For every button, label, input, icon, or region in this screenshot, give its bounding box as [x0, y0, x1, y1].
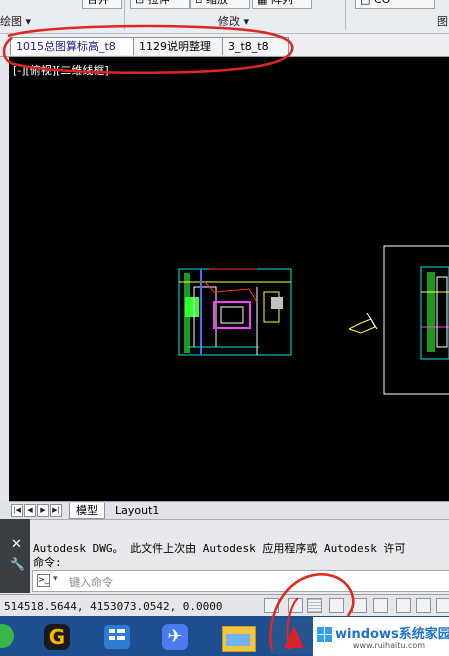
drawing-canvas[interactable]: [-][俯视][二维线框] — [9, 57, 449, 501]
dynamic-input-icon[interactable] — [436, 598, 449, 613]
coordinate-readout: 514518.5644, 4153073.0542, 0.0000 — [4, 600, 223, 613]
merge-label: 合并 — [87, 0, 109, 6]
prev-icon: ◀ — [27, 506, 33, 514]
next-layout-button[interactable]: ▶ — [37, 504, 49, 517]
command-input[interactable]: >_ ▾ 键入命令 — [32, 570, 449, 592]
otrack-icon[interactable] — [396, 598, 411, 613]
file-explorer-icon[interactable] — [216, 618, 260, 654]
prev-layout-button[interactable]: ◀ — [24, 504, 36, 517]
array-button[interactable]: ▦ 阵列 — [252, 0, 312, 9]
bird-app-icon[interactable]: ✈ — [158, 618, 202, 654]
command-history-line: Autodesk DWG。 此文件上次由 Autodesk 应用程序或 Auto… — [33, 542, 406, 555]
grid-snap-icon[interactable] — [288, 598, 303, 613]
wrench-icon[interactable]: 🔧 — [10, 557, 25, 571]
panel-modify[interactable]: 修改 ▾ — [218, 13, 249, 29]
command-prompt: 命令: — [33, 556, 62, 569]
panel-draw[interactable]: 绘图 ▾ — [0, 13, 31, 29]
scale-label: 缩放 — [206, 0, 228, 6]
tab-model[interactable]: 模型 — [69, 503, 105, 519]
scale-icon: ▫ — [195, 0, 202, 6]
panel-right[interactable]: 图 — [437, 13, 448, 29]
stretch-label: 拉伸 — [148, 0, 170, 6]
array-label: 阵列 — [271, 0, 293, 6]
ortho-icon[interactable] — [329, 598, 344, 613]
watermark-logo: windows系统家园 www.ruihaitu.com — [313, 617, 449, 656]
ribbon: 合并 ⊡ 拉伸 ▫ 缩放 ▦ 阵列 □ CO 绘图 ▾ 修改 ▾ 图 — [0, 0, 449, 34]
tab-label: 1015总图算标高_t8 — [16, 40, 116, 53]
last-icon: ▶| — [52, 506, 60, 514]
file-tab-bar: 1015总图算标高_t8 1129说明整理 3_t8_t8 — [0, 34, 449, 57]
layout-tab-bar: |◀ ◀ ▶ ▶| 模型 Layout1 — [9, 501, 449, 519]
first-layout-button[interactable]: |◀ — [11, 504, 23, 517]
array-icon: ▦ — [257, 0, 267, 6]
tab-model-label: 模型 — [76, 504, 98, 517]
command-window-handle: ✕ 🔧 — [0, 519, 30, 593]
tab-layout1-label: Layout1 — [115, 504, 160, 517]
polar-icon[interactable] — [352, 598, 367, 613]
ribbon-right-button[interactable]: □ CO — [355, 0, 435, 9]
model-space-icon[interactable] — [264, 598, 279, 613]
stretch-button[interactable]: ⊡ 拉伸 — [130, 0, 190, 9]
merge-button[interactable]: 合并 — [82, 0, 122, 9]
cad-drawing — [178, 245, 449, 395]
angle-icon[interactable] — [416, 598, 431, 613]
first-icon: |◀ — [13, 506, 21, 514]
browser-icon[interactable]: G — [40, 618, 84, 654]
last-layout-button[interactable]: ▶| — [50, 504, 62, 517]
panel-modify-label: 修改 ▾ — [218, 15, 250, 28]
status-bar: 514518.5644, 4153073.0542, 0.0000 — [0, 594, 449, 617]
command-placeholder: 键入命令 — [69, 576, 113, 589]
drawing-frame — [383, 245, 449, 395]
layer-icon: □ CO — [360, 0, 390, 6]
command-prompt-icon[interactable]: >_ — [37, 574, 50, 587]
autocad-icon[interactable] — [270, 618, 314, 654]
tab-file-1[interactable]: 1015总图算标高_t8 — [10, 37, 137, 55]
close-icon[interactable]: ✕ — [11, 537, 22, 552]
next-icon: ▶ — [40, 506, 46, 514]
tab-file-2[interactable]: 1129说明整理 — [133, 37, 225, 55]
apps-icon[interactable] — [100, 618, 144, 654]
start-app-icon[interactable] — [0, 618, 44, 654]
watermark-url: www.ruihaitu.com — [353, 641, 426, 650]
osnap-icon[interactable] — [373, 598, 388, 613]
tab-layout1[interactable]: Layout1 — [109, 503, 165, 518]
watermark-brand: windows系统家园 — [335, 627, 449, 642]
tab-file-3[interactable]: 3_t8_t8 — [222, 37, 289, 55]
tab-label: 1129说明整理 — [139, 40, 211, 53]
small-object — [348, 312, 378, 334]
windows-logo-icon — [317, 627, 333, 643]
panel-right-label: 图 — [437, 15, 448, 28]
grid-icon[interactable] — [307, 598, 322, 613]
panel-draw-label: 绘图 ▾ — [0, 15, 32, 28]
tab-label: 3_t8_t8 — [228, 40, 269, 53]
scale-button[interactable]: ▫ 缩放 — [190, 0, 250, 9]
chevron-down-icon[interactable]: ▾ — [53, 574, 58, 584]
ribbon-separator — [345, 0, 346, 30]
stretch-icon: ⊡ — [135, 0, 144, 6]
ribbon-separator — [124, 0, 125, 30]
building-plan — [178, 268, 292, 356]
